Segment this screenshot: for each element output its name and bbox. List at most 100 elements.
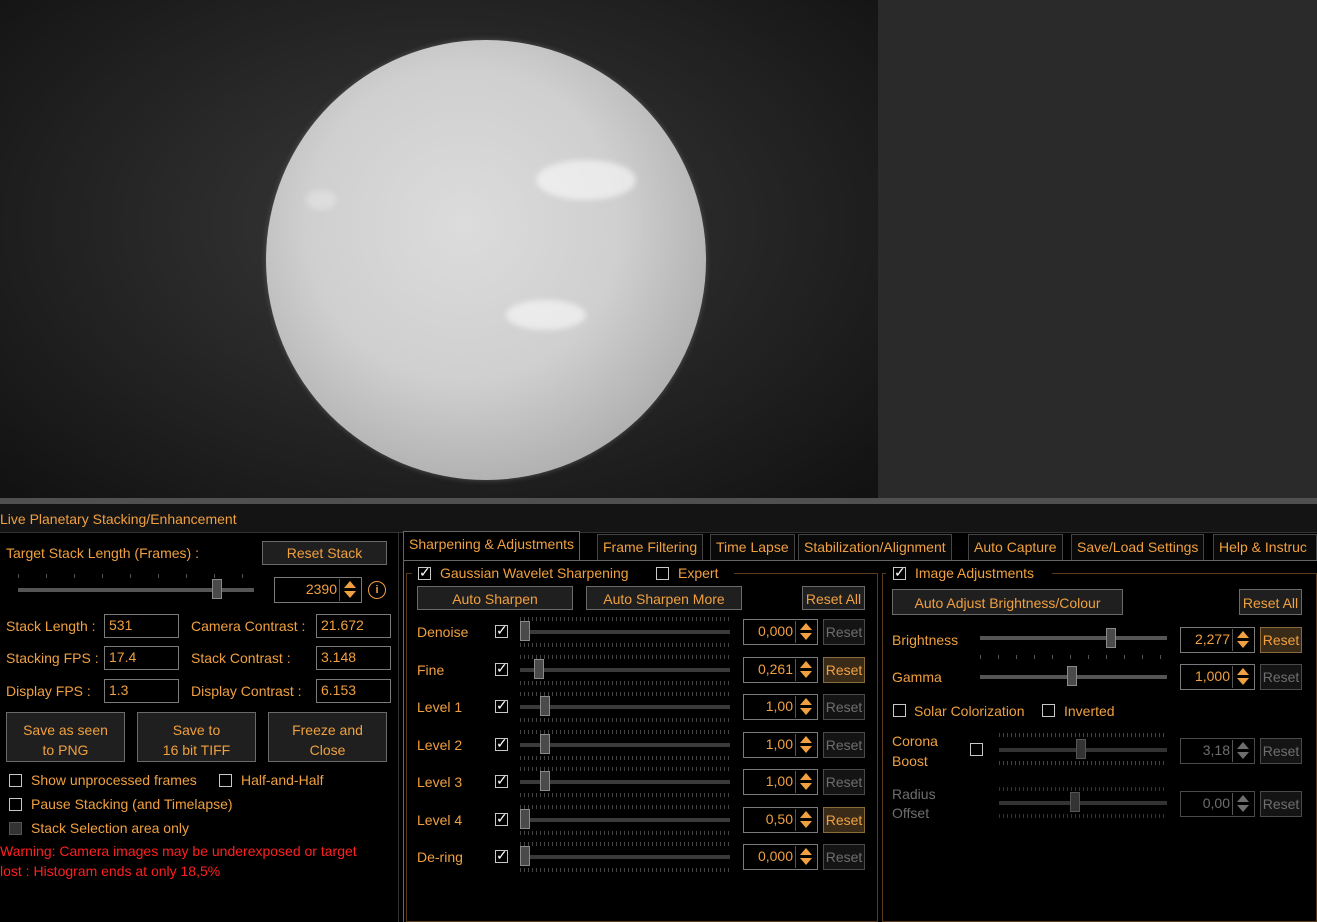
brightness-slider[interactable] — [980, 636, 1167, 640]
stacking-fps-label: Stacking FPS : — [6, 650, 99, 666]
inverted-checkbox[interactable] — [1042, 704, 1055, 717]
slider-thumb[interactable] — [1067, 666, 1077, 686]
spin-buttons[interactable] — [1232, 793, 1253, 815]
tab-sharpening[interactable]: Sharpening & Adjustments — [403, 531, 580, 561]
tab-stabilization[interactable]: Stabilization/Alignment — [798, 534, 952, 560]
tab-save-load[interactable]: Save/Load Settings — [1071, 534, 1205, 560]
tab-help[interactable]: Help & Instruc — [1213, 534, 1317, 560]
sharpen-row-slider[interactable] — [520, 668, 730, 672]
display-fps-field: 1.3 — [104, 679, 179, 703]
sharpen-row-input[interactable]: 0,261 — [743, 657, 818, 683]
sun-image — [266, 40, 706, 480]
spin-buttons[interactable] — [1232, 666, 1253, 688]
brightness-input[interactable]: 2,277 — [1180, 627, 1255, 653]
slider-ticks — [999, 733, 1167, 737]
sharpen-row-checkbox[interactable] — [495, 847, 508, 864]
radius-input[interactable]: 0,00 — [1180, 791, 1255, 817]
radius-reset-button[interactable]: Reset — [1260, 791, 1302, 817]
gamma-label: Gamma — [892, 669, 942, 685]
sharpen-row-input[interactable]: 0,50 — [743, 807, 818, 833]
slider-thumb[interactable] — [540, 696, 550, 716]
slider-thumb[interactable] — [540, 734, 550, 754]
sharpen-row-input[interactable]: 0,000 — [743, 844, 818, 870]
sharpen-row-slider[interactable] — [520, 630, 730, 634]
corona-input[interactable]: 3,18 — [1180, 738, 1255, 764]
sharpen-row-reset-button[interactable]: Reset — [823, 807, 865, 833]
sharpen-row-reset-button[interactable]: Reset — [823, 619, 865, 645]
image-reset-all-button[interactable]: Reset All — [1239, 589, 1302, 615]
save-png-button[interactable]: Save as seen to PNG — [6, 712, 125, 762]
half-and-half-checkbox[interactable] — [219, 774, 232, 787]
radius-slider[interactable] — [999, 801, 1167, 805]
pause-stacking-checkbox[interactable] — [9, 798, 22, 811]
tab-auto-capture[interactable]: Auto Capture — [968, 534, 1063, 560]
sharpen-row-checkbox[interactable] — [495, 697, 508, 714]
save-tiff-button[interactable]: Save to 16 bit TIFF — [137, 712, 256, 762]
tab-frame-filtering[interactable]: Frame Filtering — [597, 534, 704, 560]
slider-ticks — [18, 574, 254, 578]
freeze-close-button[interactable]: Freeze and Close — [268, 712, 387, 762]
stack-length-label: Stack Length : — [6, 618, 96, 634]
spin-buttons[interactable] — [795, 809, 816, 831]
spin-buttons[interactable] — [795, 659, 816, 681]
sharpen-row-checkbox[interactable] — [495, 622, 508, 639]
slider-thumb[interactable] — [520, 809, 530, 829]
sharpen-row-reset-button[interactable]: Reset — [823, 844, 865, 870]
spin-buttons[interactable] — [795, 771, 816, 793]
spin-buttons[interactable] — [795, 846, 816, 868]
sharpen-row-reset-button[interactable]: Reset — [823, 694, 865, 720]
spin-buttons[interactable] — [1232, 629, 1253, 651]
spin-buttons[interactable] — [795, 734, 816, 756]
spin-buttons[interactable] — [1232, 740, 1253, 762]
slider-thumb[interactable] — [520, 846, 530, 866]
sharpen-row-reset-button[interactable]: Reset — [823, 769, 865, 795]
sharpen-row-input[interactable]: 1,00 — [743, 769, 818, 795]
sharpen-row-checkbox[interactable] — [495, 660, 508, 677]
sharpen-row-input[interactable]: 0,000 — [743, 619, 818, 645]
solar-colorization-checkbox[interactable] — [893, 704, 906, 717]
slider-thumb[interactable] — [1076, 739, 1086, 759]
slider-thumb[interactable] — [212, 579, 222, 599]
slider-thumb[interactable] — [1070, 792, 1080, 812]
tab-time-lapse[interactable]: Time Lapse — [710, 534, 795, 560]
slider-thumb[interactable] — [534, 659, 544, 679]
sharpen-row-reset-button[interactable]: Reset — [823, 657, 865, 683]
corona-reset-button[interactable]: Reset — [1260, 738, 1302, 764]
spin-buttons[interactable] — [339, 579, 360, 601]
spin-buttons[interactable] — [795, 696, 816, 718]
sharpen-row-checkbox[interactable] — [495, 772, 508, 789]
slider-thumb[interactable] — [1106, 628, 1116, 648]
show-unprocessed-checkbox[interactable] — [9, 774, 22, 787]
sharpen-row-input[interactable]: 1,00 — [743, 732, 818, 758]
corona-boost-checkbox[interactable] — [970, 743, 983, 756]
sharpen-row-reset-button[interactable]: Reset — [823, 732, 865, 758]
gamma-reset-button[interactable]: Reset — [1260, 664, 1302, 690]
brightness-reset-button[interactable]: Reset — [1260, 627, 1302, 653]
auto-sharpen-button[interactable]: Auto Sharpen — [417, 586, 573, 610]
expert-checkbox[interactable] — [656, 567, 669, 580]
stack-selection-checkbox[interactable] — [9, 822, 22, 835]
sharpen-row-value: 1,00 — [765, 698, 793, 714]
image-viewer[interactable] — [0, 0, 878, 498]
sharpen-row-checkbox[interactable] — [495, 810, 508, 827]
sharpen-row-slider[interactable] — [520, 743, 730, 747]
target-stack-input[interactable]: 2390 — [274, 577, 362, 603]
slider-thumb[interactable] — [520, 621, 530, 641]
wavelet-enable-checkbox[interactable] — [418, 564, 431, 581]
auto-sharpen-more-button[interactable]: Auto Sharpen More — [586, 586, 742, 610]
auto-adjust-button[interactable]: Auto Adjust Brightness/Colour — [892, 589, 1123, 615]
sharpen-row-slider[interactable] — [520, 818, 730, 822]
sharpen-row-checkbox[interactable] — [495, 735, 508, 752]
spin-buttons[interactable] — [795, 621, 816, 643]
sharpen-reset-all-button[interactable]: Reset All — [802, 586, 865, 610]
gamma-input[interactable]: 1,000 — [1180, 664, 1255, 690]
sharpen-row-slider[interactable] — [520, 705, 730, 709]
sharpen-row-slider[interactable] — [520, 855, 730, 859]
sharpen-row-slider[interactable] — [520, 780, 730, 784]
stacking-fps-field: 17.4 — [104, 646, 179, 670]
slider-thumb[interactable] — [540, 771, 550, 791]
sharpen-row-input[interactable]: 1,00 — [743, 694, 818, 720]
reset-stack-button[interactable]: Reset Stack — [262, 541, 387, 565]
image-adjustments-checkbox[interactable] — [893, 564, 906, 581]
info-icon[interactable]: i — [368, 581, 386, 599]
